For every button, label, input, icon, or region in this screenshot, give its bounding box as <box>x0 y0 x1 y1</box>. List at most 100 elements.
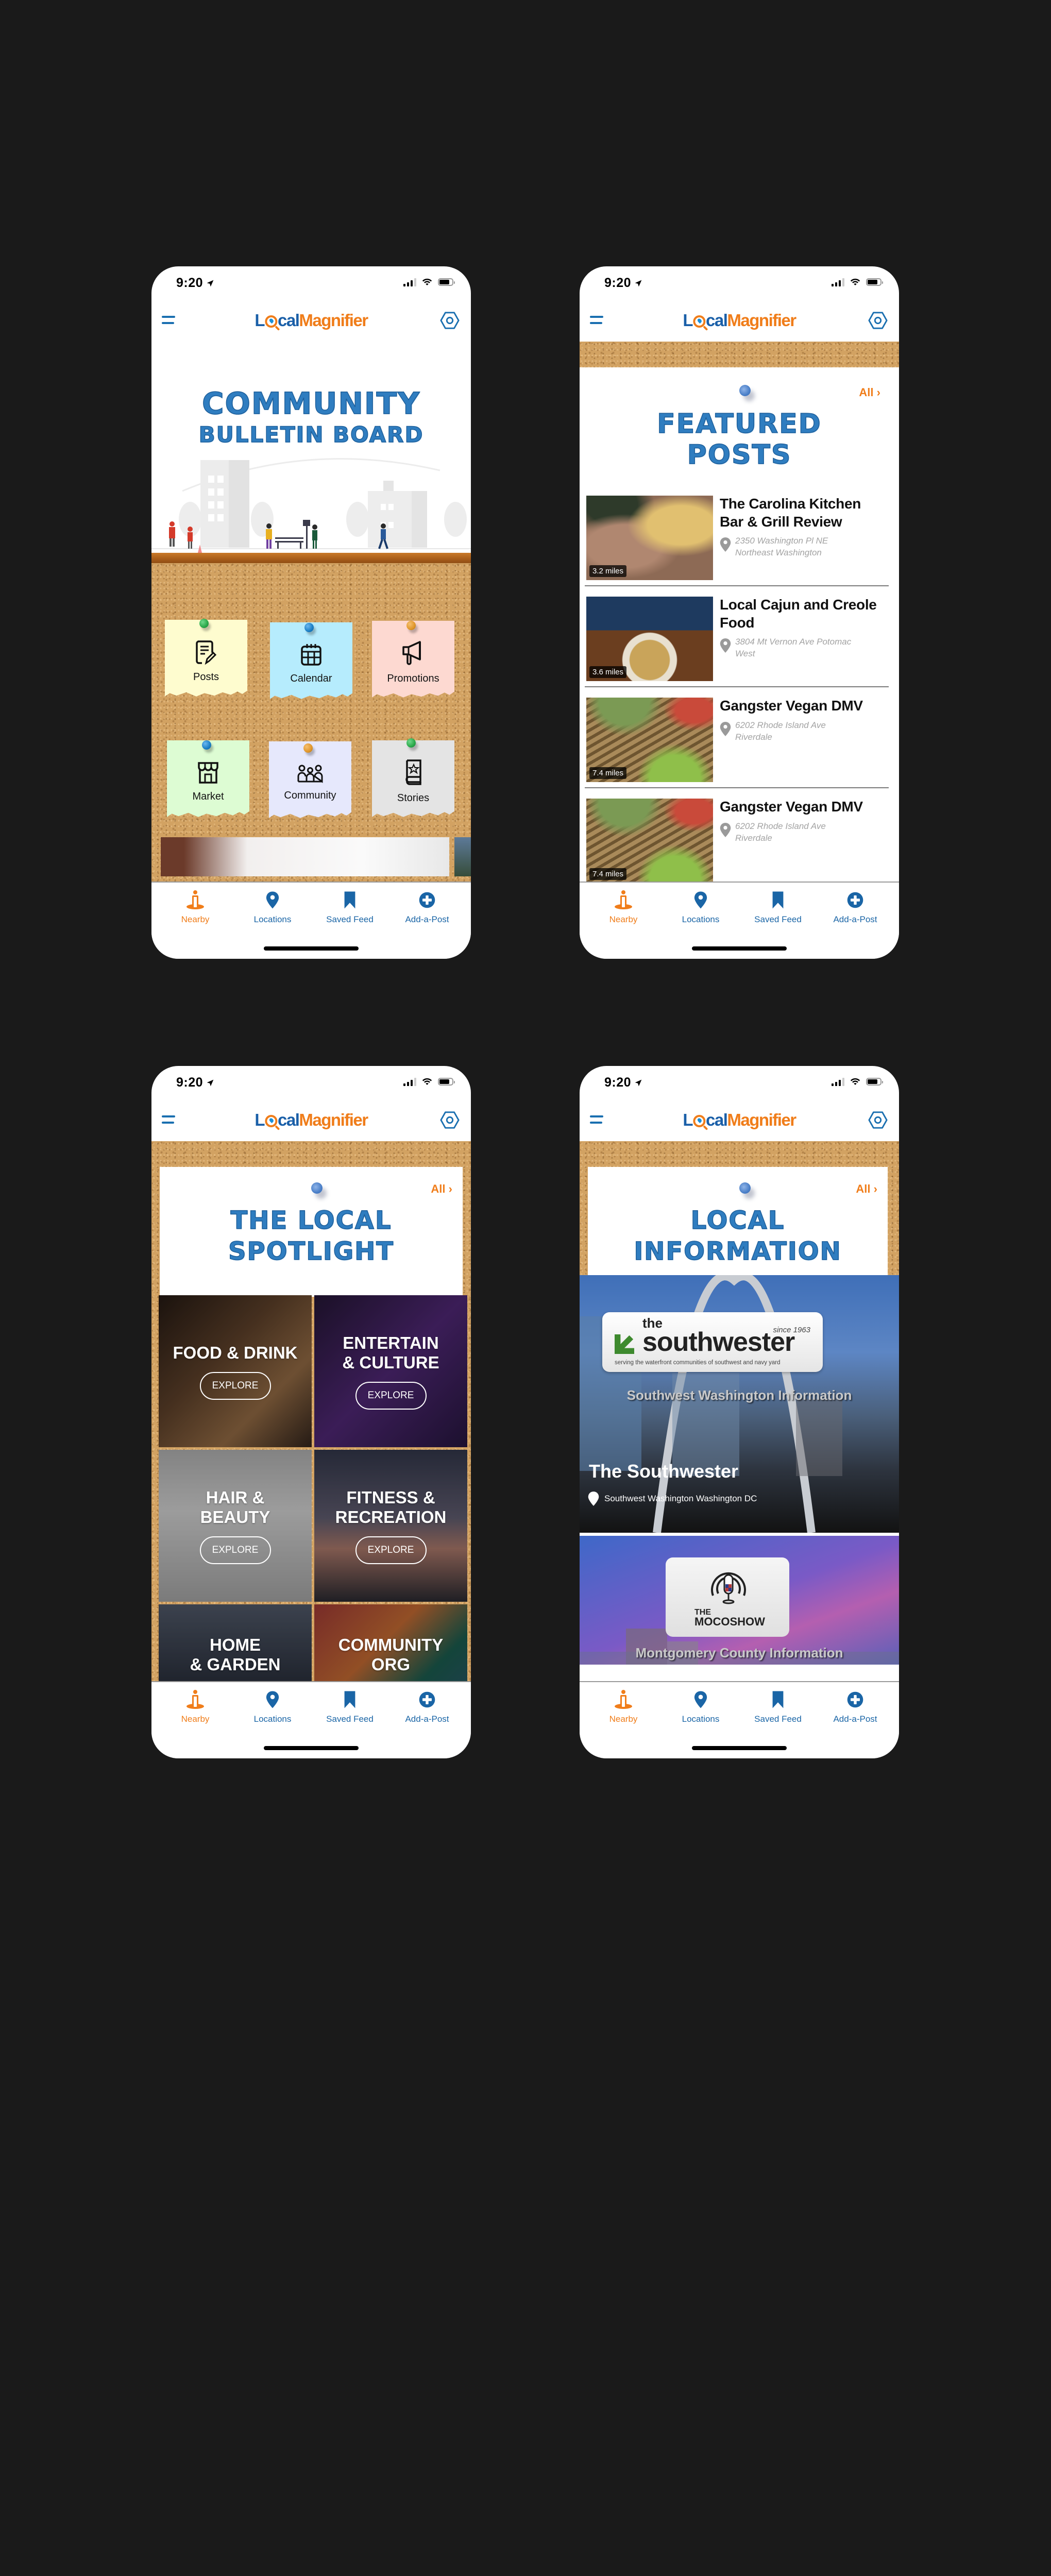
status-bar: 9:20 <box>151 266 471 300</box>
note-promotions[interactable]: Promotions <box>372 621 454 698</box>
tab-nearby[interactable]: Nearby <box>162 890 229 925</box>
map-pin-icon <box>694 1690 707 1709</box>
distance-badge: 3.2 miles <box>589 565 627 577</box>
post-image[interactable]: 7.4 miles <box>586 698 713 782</box>
hexagon-settings-icon[interactable] <box>868 311 888 330</box>
note-community[interactable]: Community <box>269 741 351 818</box>
status-icons <box>832 278 883 286</box>
hexagon-settings-icon[interactable] <box>440 1110 460 1130</box>
hamburger-menu-icon[interactable] <box>162 1114 176 1125</box>
tab-saved-feed[interactable]: Saved Feed <box>744 890 811 925</box>
tab-saved-feed[interactable]: Saved Feed <box>744 1689 811 1724</box>
cork-band <box>580 342 899 367</box>
category-tile-food-drink[interactable]: FOOD & DRINK EXPLORE <box>159 1295 312 1447</box>
post-list-item[interactable]: 3.2 miles The Carolina Kitchen Bar & Gri… <box>585 485 889 586</box>
featured-posts-header-card: All › FEATURED POSTS <box>580 367 899 486</box>
info-card-southwester[interactable]: the southwester since 1963 serving the w… <box>580 1275 899 1533</box>
address-line2: Riverdale <box>735 732 772 742</box>
category-tile-fitness-recreation[interactable]: FITNESS & RECREATION EXPLORE <box>314 1450 467 1602</box>
home-indicator[interactable] <box>264 946 359 951</box>
post-list-item[interactable]: 7.4 miles Gangster Vegan DMV 6202 Rhode … <box>585 687 889 788</box>
tab-locations[interactable]: Locations <box>239 1689 306 1724</box>
note-posts[interactable]: Posts <box>165 620 247 697</box>
tab-add-a-post[interactable]: Add-a-Post <box>822 1689 889 1724</box>
logo-since: since 1963 <box>773 1326 810 1334</box>
distance-badge: 7.4 miles <box>589 767 627 779</box>
post-title[interactable]: Gangster Vegan DMV <box>720 798 885 816</box>
microphone-icon <box>711 1572 746 1604</box>
plus-circle-icon <box>418 891 436 909</box>
explore-button[interactable]: EXPLORE <box>199 1371 271 1400</box>
status-bar: 9:20 <box>151 1066 471 1100</box>
tab-add-a-post[interactable]: Add-a-Post <box>394 1689 461 1724</box>
all-local-info-link[interactable]: All › <box>856 1182 877 1196</box>
explore-button[interactable]: EXPLORE <box>199 1536 271 1564</box>
note-label: Community <box>284 789 336 801</box>
plus-circle-icon <box>846 1690 864 1709</box>
tab-label: Saved Feed <box>326 914 374 924</box>
explore-button[interactable]: EXPLORE <box>355 1381 427 1410</box>
logo-text-cal: cal <box>278 311 300 330</box>
post-image[interactable]: 7.4 miles <box>586 799 713 883</box>
distance-badge: 3.6 miles <box>589 666 627 678</box>
explore-button[interactable]: EXPLORE <box>355 1536 427 1564</box>
logo-text-magnifier: Magnifier <box>299 1110 368 1129</box>
map-pin-icon <box>720 821 731 839</box>
phone-screen-featured-posts: 9:20 LcalMagnifier All › FEATURED POSTS … <box>580 266 899 959</box>
hamburger-menu-icon[interactable] <box>590 315 604 325</box>
logo-text-cal: cal <box>706 311 728 330</box>
tab-nearby[interactable]: Nearby <box>590 890 657 925</box>
tab-add-a-post[interactable]: Add-a-Post <box>394 890 461 925</box>
tab-saved-feed[interactable]: Saved Feed <box>316 890 383 925</box>
logo-magnifier-icon <box>693 315 706 328</box>
map-pin-icon <box>694 891 707 909</box>
status-bar: 9:20 <box>580 266 899 300</box>
note-label: Stories <box>397 792 430 804</box>
battery-icon <box>438 278 455 286</box>
megaphone-icon <box>402 640 421 665</box>
category-tile-hair-beauty[interactable]: HAIR & BEAUTY EXPLORE <box>159 1450 312 1602</box>
category-tile-entertain-culture[interactable]: ENTERTAIN & CULTURE EXPLORE <box>314 1295 467 1447</box>
tab-nearby[interactable]: Nearby <box>590 1689 657 1724</box>
hexagon-settings-icon[interactable] <box>440 311 460 330</box>
note-market[interactable]: Market <box>167 740 249 817</box>
post-list-item[interactable]: 7.4 miles Gangster Vegan DMV 6202 Rhode … <box>585 788 889 889</box>
note-calendar[interactable]: Calendar <box>270 622 352 699</box>
promo-banner-next-image[interactable] <box>454 837 471 876</box>
tab-locations[interactable]: Locations <box>239 890 306 925</box>
status-time: 9:20 <box>176 1075 214 1090</box>
app-logo: LcalMagnifier <box>683 1110 796 1130</box>
tab-label: Locations <box>253 914 292 924</box>
post-title[interactable]: Gangster Vegan DMV <box>720 697 885 715</box>
pushpin-icon <box>739 1182 751 1194</box>
tab-locations[interactable]: Locations <box>667 1689 734 1724</box>
hexagon-settings-icon[interactable] <box>868 1110 888 1130</box>
post-image[interactable]: 3.6 miles <box>586 597 713 681</box>
hamburger-menu-icon[interactable] <box>162 315 176 325</box>
phone-screen-local-information: 9:20 LcalMagnifier All › LOCAL INFORMATI… <box>580 1066 899 1758</box>
all-featured-posts-link[interactable]: All › <box>859 386 880 399</box>
promo-banner-image[interactable] <box>161 837 449 876</box>
bulletin-hero: COMMUNITY BULLETIN BOARD <box>151 342 471 553</box>
tab-add-a-post[interactable]: Add-a-Post <box>822 890 889 925</box>
category-title: FOOD & DRINK <box>173 1343 298 1362</box>
map-pin-icon <box>266 1690 279 1709</box>
hamburger-menu-icon[interactable] <box>590 1114 604 1125</box>
tab-nearby[interactable]: Nearby <box>162 1689 229 1724</box>
all-spotlight-link[interactable]: All › <box>431 1182 452 1196</box>
post-title[interactable]: The Carolina Kitchen Bar & Grill Review <box>720 495 885 531</box>
post-list-item[interactable]: 3.6 miles Local Cajun and Creole Food 38… <box>585 586 889 687</box>
document-edit-icon <box>196 640 217 665</box>
info-card-mocoshow[interactable]: THE MOCOSHOW Montgomery County Informati… <box>580 1536 899 1665</box>
location-arrow-icon <box>206 279 214 287</box>
note-stories[interactable]: Stories <box>372 740 454 817</box>
tab-locations[interactable]: Locations <box>667 890 734 925</box>
note-label: Calendar <box>290 672 332 684</box>
home-indicator[interactable] <box>264 1746 359 1750</box>
post-image[interactable]: 3.2 miles <box>586 496 713 580</box>
tab-saved-feed[interactable]: Saved Feed <box>316 1689 383 1724</box>
home-indicator[interactable] <box>692 946 787 951</box>
home-indicator[interactable] <box>692 1746 787 1750</box>
cityscape-illustration <box>151 458 471 553</box>
post-title[interactable]: Local Cajun and Creole Food <box>720 596 885 632</box>
